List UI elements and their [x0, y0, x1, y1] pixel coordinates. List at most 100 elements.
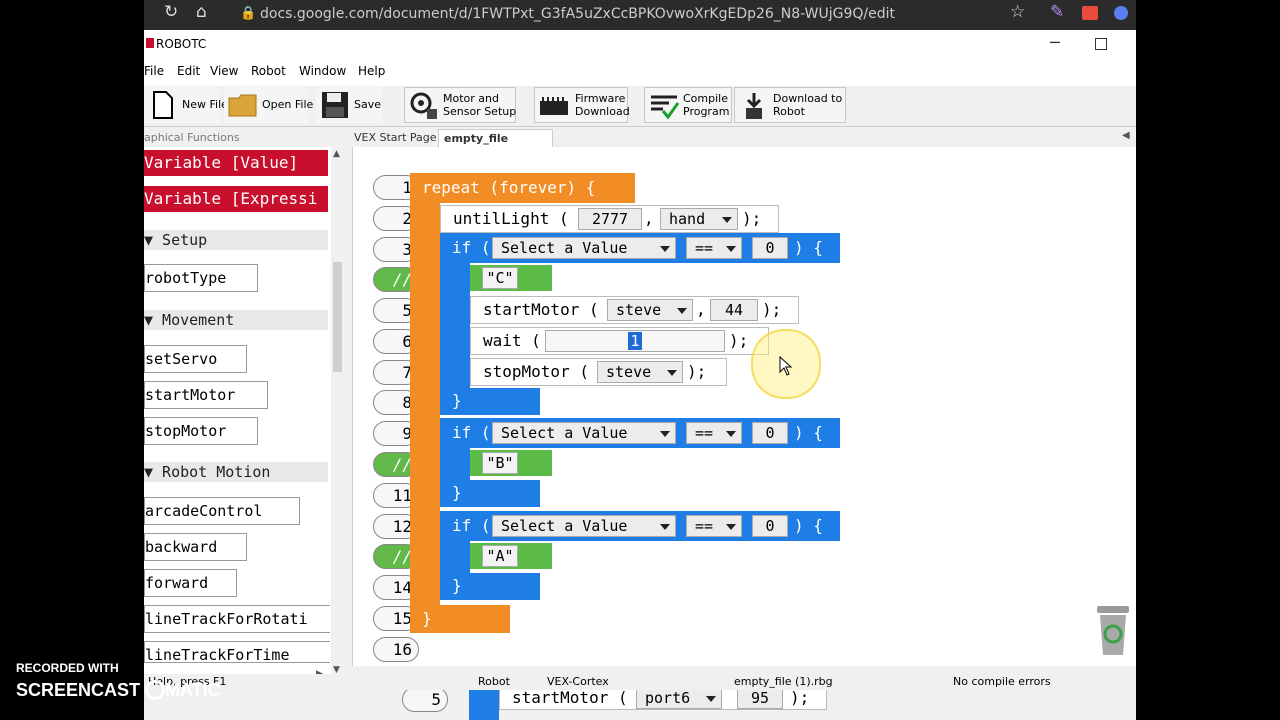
status-platform: VEX-Cortex	[547, 675, 609, 688]
compare-value-field[interactable]: 0	[752, 237, 788, 259]
function-forward[interactable]: forward	[144, 569, 237, 597]
menu-view[interactable]: View	[210, 64, 238, 78]
graphical-code-editor[interactable]: 1 2 3 // 5 6 7 8 9 // 11 12 // 14 15 16 …	[352, 147, 1136, 666]
folder-icon	[228, 94, 257, 117]
compare-value-field[interactable]: 0	[752, 422, 788, 444]
extension-pen-icon[interactable]: ✎	[1050, 2, 1064, 22]
if-block-header[interactable]: if ( Select a Value == 0 ) {	[440, 418, 840, 448]
start-motor-block[interactable]: startMotor ( steve , 44 );	[470, 296, 799, 324]
status-robot: Robot	[478, 675, 510, 688]
function-linetrackfortime[interactable]: lineTrackForTime	[144, 641, 330, 663]
comment-block[interactable]: "A"	[470, 543, 552, 569]
menu-robot[interactable]: Robot	[251, 64, 286, 78]
trash-can-icon[interactable]	[1093, 602, 1133, 658]
extension-profile-icon[interactable]	[1114, 6, 1128, 20]
compile-program-button[interactable]: Compile Program	[644, 87, 732, 123]
compile-check-icon	[651, 95, 679, 120]
function-startmotor[interactable]: startMotor	[144, 381, 268, 409]
select-value-dropdown[interactable]: Select a Value	[492, 237, 676, 259]
watermark-recorded-with: RECORDED WITH	[16, 661, 119, 675]
section-setup[interactable]: ▼ Setup	[144, 230, 328, 250]
menu-edit[interactable]: Edit	[177, 64, 200, 78]
function-linetrackforrotations[interactable]: lineTrackForRotati	[144, 605, 330, 633]
home-icon[interactable]: ⌂	[196, 2, 207, 22]
wait-value-field[interactable]: 1	[545, 330, 725, 352]
panel-scroll-thumb[interactable]	[333, 262, 342, 372]
repeat-forever-block[interactable]: repeat (forever) {	[410, 173, 635, 203]
robotc-window: ROBOTC ─ File Edit View Robot Window Hel…	[144, 30, 1136, 690]
status-errors: No compile errors	[953, 675, 1051, 688]
mouse-cursor-icon	[779, 356, 793, 376]
if-block-end[interactable]: }	[440, 480, 540, 507]
editor-tabs: VEX Start Page empty_file (1).rbg* ◀	[350, 127, 1136, 163]
background-editor-peek: 5 startMotor ( port6 95 );	[144, 690, 1136, 720]
compare-value-field[interactable]: 0	[752, 515, 788, 537]
start-motor-block: startMotor ( port6 95 );	[499, 690, 827, 710]
if-block-end[interactable]: }	[440, 388, 540, 415]
title-bar: ROBOTC ─	[144, 30, 1136, 58]
comment-block[interactable]: "C"	[470, 265, 552, 291]
maximize-icon[interactable]	[1095, 38, 1107, 50]
download-robot-icon	[746, 93, 762, 119]
function-stopmotor[interactable]: stopMotor	[144, 417, 258, 445]
panel-scrollbar[interactable]: ▲ ▼	[331, 147, 344, 682]
panel-title-bar: aphical Functions	[144, 127, 350, 147]
open-file-button[interactable]: Open File	[224, 87, 313, 123]
app-logo-icon	[146, 38, 154, 48]
function-arcadecontrol[interactable]: arcadeControl	[144, 497, 300, 525]
firmware-chip-icon	[540, 97, 568, 115]
if-block-header[interactable]: if ( Select a Value == 0 ) {	[440, 233, 840, 263]
scroll-up-icon[interactable]: ▲	[333, 149, 340, 159]
reload-icon[interactable]: ↻	[164, 2, 178, 22]
status-bar: Help, press F1 Robot VEX-Cortex empty_fi…	[144, 674, 1136, 690]
tabs-scroll-left-icon[interactable]: ◀	[1122, 130, 1130, 141]
function-backward[interactable]: backward	[144, 533, 247, 561]
until-light-value-field[interactable]: 2777	[578, 208, 642, 230]
window-title: ROBOTC	[156, 37, 207, 51]
motor-dropdown[interactable]: steve	[607, 299, 693, 321]
line-number: 16	[373, 637, 419, 662]
select-value-dropdown[interactable]: Select a Value	[492, 422, 676, 444]
save-button[interactable]: Save	[316, 87, 382, 123]
panel-title: aphical Functions	[144, 131, 240, 144]
operator-dropdown[interactable]: ==	[686, 237, 742, 259]
graphical-functions-panel: Variable [Value] Variable [Expressi ▼ Se…	[144, 147, 344, 682]
motor-speed-field[interactable]: 44	[710, 299, 758, 321]
menu-file[interactable]: File	[144, 64, 164, 78]
extension-screencast-icon[interactable]	[1082, 6, 1098, 20]
motor-dropdown[interactable]: steve	[597, 361, 683, 383]
new-file-icon	[153, 91, 173, 119]
if-block-header[interactable]: if ( Select a Value == 0 ) {	[440, 511, 840, 541]
menu-help[interactable]: Help	[358, 64, 385, 78]
menu-window[interactable]: Window	[299, 64, 346, 78]
select-value-dropdown[interactable]: Select a Value	[492, 515, 676, 537]
function-setservo[interactable]: setServo	[144, 345, 247, 373]
if-block-body	[469, 690, 499, 720]
section-movement[interactable]: ▼ Movement	[144, 310, 328, 330]
browser-toolbar: ↻ ⌂ 🔒 docs.google.com/document/d/1FWTPxt…	[144, 0, 1136, 30]
stop-motor-block[interactable]: stopMotor ( steve );	[470, 358, 727, 386]
until-light-block[interactable]: untilLight ( 2777 , hand );	[440, 205, 779, 233]
firmware-download-button[interactable]: Firmware Download	[534, 87, 630, 123]
operator-dropdown[interactable]: ==	[686, 515, 742, 537]
star-icon[interactable]: ☆	[1010, 2, 1025, 22]
section-robot-motion[interactable]: ▼ Robot Motion	[144, 462, 328, 482]
address-bar[interactable]: docs.google.com/document/d/1FWTPxt_G3fA5…	[260, 6, 895, 22]
function-robottype[interactable]: robotType	[144, 264, 258, 292]
minimize-icon[interactable]: ─	[1050, 33, 1060, 52]
comment-block[interactable]: "B"	[470, 450, 552, 476]
variable-expression-block[interactable]: Variable [Expressi	[144, 186, 328, 212]
new-file-button[interactable]: New File	[144, 87, 228, 123]
motor-sensor-setup-button[interactable]: Motor and Sensor Setup	[404, 87, 516, 123]
if-block-end[interactable]: }	[440, 573, 540, 600]
tab-empty-file[interactable]: empty_file (1).rbg*	[438, 129, 553, 163]
variable-value-block[interactable]: Variable [Value]	[144, 150, 328, 176]
operator-dropdown[interactable]: ==	[686, 422, 742, 444]
screencast-logo-icon	[145, 680, 166, 700]
floppy-disk-icon	[322, 92, 348, 118]
download-to-robot-button[interactable]: Download to Robot	[734, 87, 846, 123]
motor-sensor-icon	[410, 92, 437, 119]
wait-block[interactable]: wait ( 1 );	[470, 327, 769, 355]
tab-vex-start-page[interactable]: VEX Start Page	[354, 129, 438, 147]
sensor-dropdown[interactable]: hand	[660, 208, 738, 230]
